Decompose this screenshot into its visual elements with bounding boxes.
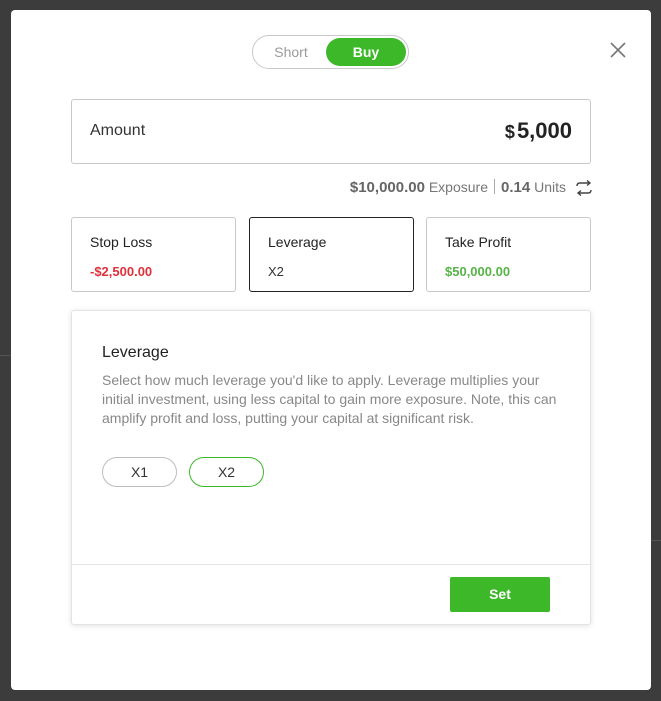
close-icon[interactable] [609, 41, 627, 59]
buy-option[interactable]: Buy [326, 38, 406, 66]
leverage-title: Leverage [268, 234, 327, 250]
divider [494, 179, 495, 194]
swap-icon[interactable] [575, 180, 593, 196]
stop-loss-card[interactable]: Stop Loss -$2,500.00 [71, 217, 236, 292]
short-option[interactable]: Short [253, 36, 329, 68]
set-button[interactable]: Set [450, 577, 550, 612]
leverage-panel-title: Leverage [102, 344, 169, 361]
exposure-label: Exposure [428, 179, 488, 195]
amount-label: Amount [90, 122, 146, 139]
trade-modal: Short Buy Amount $5,000 $10,000.00 Expos… [11, 10, 651, 690]
leverage-option-x2[interactable]: X2 [189, 457, 264, 487]
units-label: Units [534, 179, 566, 195]
take-profit-title: Take Profit [445, 234, 512, 250]
leverage-description: Select how much leverage you'd like to a… [102, 372, 557, 426]
take-profit-card[interactable]: Take Profit $50,000.00 [426, 217, 591, 292]
stop-loss-value: -$2,500.00 [90, 264, 153, 279]
amount-field[interactable]: Amount $5,000 [71, 99, 591, 164]
leverage-card[interactable]: Leverage X2 [249, 217, 414, 292]
amount-value[interactable]: $5,000 [505, 118, 572, 144]
panel-divider [72, 564, 590, 565]
units-value: 0.14 [501, 179, 531, 196]
stop-loss-title: Stop Loss [90, 234, 153, 250]
leverage-option-x1[interactable]: X1 [102, 457, 177, 487]
leverage-value: X2 [268, 264, 284, 279]
leverage-panel: Leverage Select how much leverage you'd … [71, 310, 591, 625]
amount-number: 5,000 [516, 118, 572, 143]
exposure-value: $10,000.00 [349, 179, 425, 196]
take-profit-value: $50,000.00 [445, 264, 511, 279]
direction-toggle[interactable]: Short Buy [252, 35, 409, 69]
background-line [651, 540, 661, 541]
background-line [0, 355, 11, 356]
currency-symbol: $ [504, 122, 515, 142]
exposure-summary: $10,000.00 Exposure 0.14 Units [350, 179, 566, 196]
